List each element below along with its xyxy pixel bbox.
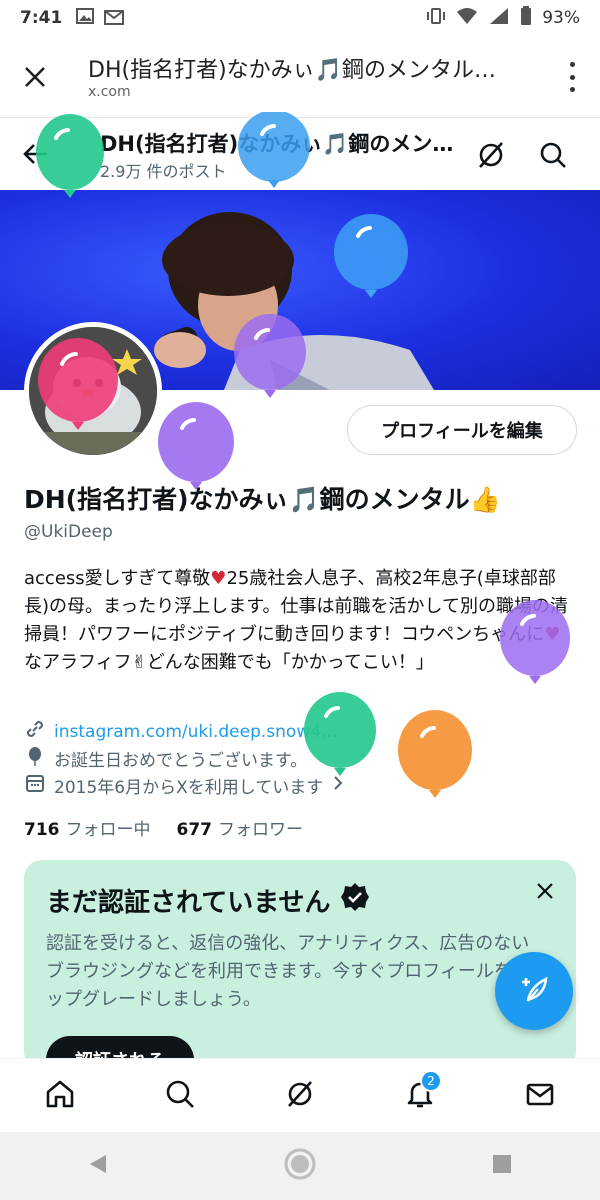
profile-birthday: お誕生日おめでとうございます。 xyxy=(24,745,307,772)
dismiss-card-icon[interactable] xyxy=(536,882,554,904)
post-count: 2.9万 件のポスト xyxy=(100,162,227,181)
system-navigation-bar xyxy=(0,1132,600,1200)
tab-home[interactable] xyxy=(30,1066,90,1126)
wifi-icon xyxy=(456,7,478,30)
signal-icon xyxy=(488,7,510,30)
link-icon xyxy=(24,718,46,745)
birthday-text: お誕生日おめでとうございます。 xyxy=(54,751,308,771)
calendar-icon xyxy=(24,772,46,799)
following-count: 716 xyxy=(24,820,60,840)
recents-square-icon[interactable] xyxy=(490,1152,514,1180)
home-circle-icon[interactable] xyxy=(283,1147,317,1185)
follow-stats: 716 フォロー中 677 フォロワー xyxy=(24,815,303,840)
followers-link[interactable]: 677 フォロワー xyxy=(177,815,304,840)
back-triangle-icon[interactable] xyxy=(86,1152,110,1180)
balloon-decoration xyxy=(304,692,376,776)
verification-title: まだ認証されていません xyxy=(46,882,370,919)
profile-display-name: DH(指名打者)なかみぃ🎵鋼のメンタル👍 xyxy=(24,485,501,514)
search-icon[interactable] xyxy=(538,140,568,174)
website-link[interactable]: instagram.com/uki.deep.snow4… xyxy=(54,722,338,742)
profile-joined[interactable]: 2015年6月からXを利用しています xyxy=(24,772,345,799)
grok-icon[interactable] xyxy=(476,140,506,174)
gallery-icon xyxy=(76,7,95,29)
battery-icon xyxy=(520,5,532,31)
balloon-decoration xyxy=(500,600,570,684)
tab-messages[interactable] xyxy=(510,1066,570,1126)
search-icon xyxy=(164,1078,196,1114)
joined-text: 2015年6月からXを利用しています xyxy=(54,778,324,798)
home-icon xyxy=(44,1078,76,1114)
profile-bio: access愛しすぎて尊敬♥25歳社会人息子、高校2年息子(卓球部部長)の母。ま… xyxy=(24,565,576,677)
compose-post-button[interactable] xyxy=(495,952,573,1030)
balloon-decoration xyxy=(36,114,104,198)
overflow-menu-icon[interactable] xyxy=(564,62,580,92)
edit-profile-button[interactable]: プロフィールを編集 xyxy=(347,405,577,455)
balloon-decoration xyxy=(238,112,310,188)
mail-icon xyxy=(524,1078,556,1114)
status-bar: 7:41 93% xyxy=(0,0,600,36)
following-link[interactable]: 716 フォロー中 xyxy=(24,815,151,840)
profile-website[interactable]: instagram.com/uki.deep.snow4… xyxy=(24,718,338,745)
browser-toolbar: DH(指名打者)なかみぃ🎵鋼のメンタル… x.com xyxy=(0,36,600,118)
browser-page-title: DH(指名打者)なかみぃ🎵鋼のメンタル… xyxy=(88,58,497,83)
vibrate-icon xyxy=(426,7,446,30)
notification-badge: 2 xyxy=(420,1069,442,1092)
bio-text: access愛しすぎて尊敬 xyxy=(24,568,211,589)
notification-app-icon xyxy=(104,7,125,30)
browser-domain: x.com xyxy=(88,84,131,100)
tab-search[interactable] xyxy=(150,1066,210,1126)
tab-grok[interactable] xyxy=(270,1066,330,1126)
battery-level: 93% xyxy=(542,8,580,28)
balloon-decoration xyxy=(158,402,234,490)
status-time: 7:41 xyxy=(20,8,63,28)
tab-notifications[interactable]: 2 xyxy=(390,1066,450,1126)
heart-emoji: ♥ xyxy=(210,568,227,589)
balloon-decoration xyxy=(334,214,408,298)
following-label: フォロー中 xyxy=(65,820,151,840)
bottom-tab-bar: 2 xyxy=(0,1058,600,1132)
balloon-decoration xyxy=(234,314,306,398)
grok-icon xyxy=(284,1078,316,1114)
balloon-icon xyxy=(24,745,46,772)
verification-body: 認証を受けると、返信の強化、アナリティクス、広告のないブラウジングなどを利用でき… xyxy=(46,933,530,1010)
verification-title-text: まだ認証されていません xyxy=(46,888,331,918)
followers-label: フォロワー xyxy=(218,820,303,840)
bio-text: なアラフィフ✌どんな困難でも「かかってこい！」 xyxy=(24,652,434,673)
verified-badge-icon xyxy=(340,882,370,919)
compose-feather-icon xyxy=(516,971,552,1011)
balloon-decoration xyxy=(398,710,472,798)
profile-handle: @UkiDeep xyxy=(24,522,113,542)
followers-count: 677 xyxy=(176,820,213,840)
close-icon[interactable] xyxy=(18,60,52,94)
balloon-decoration xyxy=(38,338,118,430)
verification-card: まだ認証されていません 認証を受けると、返信の強化、アナリティクス、広告のないブ… xyxy=(24,860,576,1070)
